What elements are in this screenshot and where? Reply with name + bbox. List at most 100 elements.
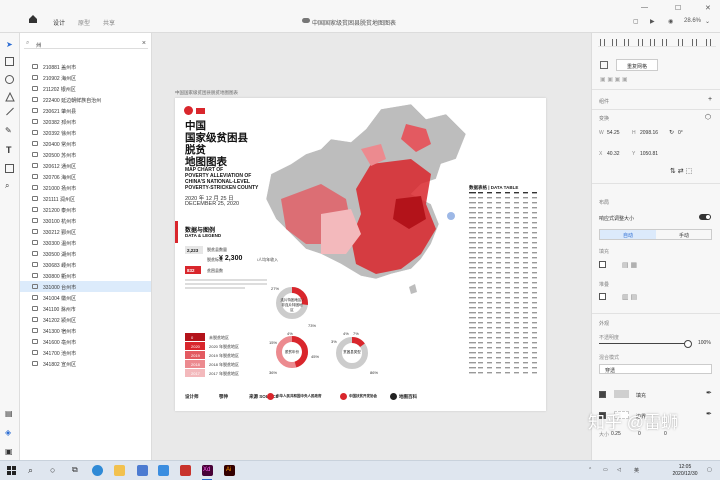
boolean-ops-icon[interactable]: ▣ ▣ ▣ ▣ — [600, 76, 628, 83]
chevron-down-icon[interactable]: ⌄ — [705, 18, 710, 25]
flip-icon[interactable]: ⇅ ⇄ ⬚ — [670, 167, 692, 175]
manual-option[interactable]: 手动 — [656, 230, 712, 239]
adobe-illustrator-icon[interactable]: Ai — [224, 465, 235, 476]
minimize-button[interactable]: — — [641, 4, 648, 11]
stack-checkbox[interactable] — [599, 293, 606, 300]
app-icon[interactable] — [180, 465, 191, 476]
layer-item[interactable]: 330300 温州市 — [20, 237, 151, 248]
layer-item[interactable]: 341004 徽州区 — [20, 292, 151, 303]
network-icon[interactable]: ▭ — [603, 467, 608, 473]
line-tool-icon[interactable] — [6, 107, 14, 116]
width-input[interactable]: 54.25 — [607, 130, 620, 136]
eyedropper-icon[interactable]: ✒ — [706, 389, 712, 397]
desktop-preview-icon[interactable]: ▶ — [650, 18, 655, 25]
start-button[interactable] — [7, 466, 16, 475]
layer-item[interactable]: 320382 邳州市 — [20, 116, 151, 127]
y-input[interactable]: 1050.81 — [640, 151, 658, 157]
layer-item[interactable]: 330500 湖州市 — [20, 248, 151, 259]
fill-checkbox[interactable] — [599, 391, 606, 398]
layers-icon[interactable]: ◈ — [5, 428, 11, 437]
store-icon[interactable] — [158, 465, 169, 476]
clear-search-icon[interactable]: × — [142, 40, 146, 47]
distribute-h-icon[interactable] — [678, 39, 683, 46]
artboard[interactable]: 中国 国家级贫困县 脱贫 地图图表 MAP CHART OF POVERTY A… — [175, 98, 546, 411]
maximize-button[interactable]: ☐ — [675, 4, 681, 12]
layer-item[interactable]: 320392 徐州市 — [20, 127, 151, 138]
opacity-slider[interactable] — [599, 340, 692, 348]
align-center-icon[interactable] — [612, 39, 617, 46]
opacity-value[interactable]: 100% — [698, 340, 711, 346]
search-icon[interactable]: ⌕ — [28, 465, 33, 476]
blend-mode-select[interactable]: 穿透 — [599, 364, 712, 374]
align-left-icon[interactable] — [600, 39, 605, 46]
mobile-preview-icon[interactable]: ▢ — [633, 18, 639, 25]
search-input[interactable]: 州 — [36, 41, 42, 49]
padding-icons[interactable]: ▤ ▦ — [622, 261, 637, 269]
eyedropper-icon[interactable]: ✒ — [706, 410, 712, 418]
layer-item[interactable]: 320400 常州市 — [20, 138, 151, 149]
layer-item[interactable]: 320612 通州区 — [20, 160, 151, 171]
rectangle-tool-icon[interactable] — [5, 57, 14, 66]
adobe-xd-icon[interactable]: Xd — [202, 465, 213, 476]
task-view-icon[interactable]: ⧉ — [72, 465, 78, 475]
device-icon[interactable]: ◉ — [668, 18, 673, 25]
height-input[interactable]: 2098.16 — [640, 130, 658, 136]
layer-item[interactable]: 341100 滁州市 — [20, 303, 151, 314]
layer-item[interactable]: 320706 海州区 — [20, 171, 151, 182]
layer-item[interactable]: 330683 嵊州市 — [20, 259, 151, 270]
layer-item[interactable]: 330212 鄞州区 — [20, 226, 151, 237]
ellipse-tool-icon[interactable] — [5, 75, 14, 84]
align-middle-icon[interactable] — [650, 39, 655, 46]
assets-icon[interactable]: ▤ — [5, 409, 13, 418]
repeat-grid-button[interactable]: 重复网格 — [616, 59, 658, 71]
add-component-icon[interactable]: + — [708, 96, 712, 103]
layer-item[interactable]: 211202 银州区 — [20, 83, 151, 94]
document-title[interactable]: 中国国家级贫困县脱贫地图图表 — [312, 18, 396, 27]
text-tool-icon[interactable]: T — [6, 145, 12, 155]
layer-item[interactable]: 210902 海州区 — [20, 72, 151, 83]
notification-icon[interactable]: ▢ — [707, 467, 712, 473]
artboard-tool-icon[interactable] — [5, 164, 14, 173]
layer-item[interactable]: 341700 池州市 — [20, 347, 151, 358]
padding-checkbox[interactable] — [599, 261, 606, 268]
responsive-resize-toggle[interactable] — [699, 214, 711, 220]
select-tool-icon[interactable]: ➤ — [6, 40, 13, 49]
more-align-icon[interactable] — [706, 39, 711, 46]
align-right-icon[interactable] — [624, 39, 629, 46]
close-button[interactable]: ✕ — [705, 4, 711, 12]
mail-icon[interactable] — [137, 465, 148, 476]
layer-item[interactable]: 331000 台州市 — [20, 281, 151, 292]
resize-mode[interactable]: 自动 手动 — [599, 229, 712, 240]
layer-item[interactable]: 341300 宿州市 — [20, 325, 151, 336]
layer-search[interactable]: ⌕ 州 × — [24, 39, 148, 49]
zoom-level[interactable]: 28.6% — [684, 18, 701, 24]
zoom-tool-icon[interactable]: ⌕ — [5, 181, 9, 191]
tab-share[interactable]: 共享 — [103, 18, 115, 27]
distribute-v-icon[interactable] — [692, 39, 697, 46]
artboard-label[interactable]: 中国国家级贫困县脱贫地图图表 — [175, 90, 238, 96]
layer-item[interactable]: 330100 杭州市 — [20, 215, 151, 226]
layer-item[interactable]: 321111 润州区 — [20, 193, 151, 204]
auto-option[interactable]: 自动 — [600, 230, 656, 239]
layer-item[interactable]: 222400 延边朝鲜族自治州 — [20, 94, 151, 105]
layer-item[interactable]: 210881 盖州市 — [20, 61, 151, 72]
clock[interactable]: 12:05 2020/12/30 — [667, 464, 703, 478]
plugins-icon[interactable]: ▣ — [5, 447, 13, 456]
layer-item[interactable]: 341802 宣州区 — [20, 358, 151, 369]
input-method[interactable]: 英 — [634, 467, 639, 474]
pen-tool-icon[interactable]: ✎ — [5, 126, 12, 135]
responsive-icon[interactable]: ⬡ — [705, 113, 711, 121]
layer-item[interactable]: 230621 肇州县 — [20, 105, 151, 116]
triangle-tool-icon[interactable] — [5, 91, 15, 104]
layer-item[interactable]: 341600 亳州市 — [20, 336, 151, 347]
x-input[interactable]: 40.32 — [607, 151, 620, 157]
rotation-input[interactable]: 0° — [678, 130, 683, 136]
layer-item[interactable]: 330800 衢州市 — [20, 270, 151, 281]
stack-icons[interactable]: ▥ ▤ — [622, 293, 637, 301]
layer-item[interactable]: 341202 颍州区 — [20, 314, 151, 325]
volume-icon[interactable]: ◁ — [617, 467, 621, 473]
tab-design[interactable]: 设计 — [53, 18, 66, 36]
china-choropleth-map[interactable] — [261, 104, 471, 314]
layer-item[interactable]: 321000 扬州市 — [20, 182, 151, 193]
align-top-icon[interactable] — [638, 39, 643, 46]
